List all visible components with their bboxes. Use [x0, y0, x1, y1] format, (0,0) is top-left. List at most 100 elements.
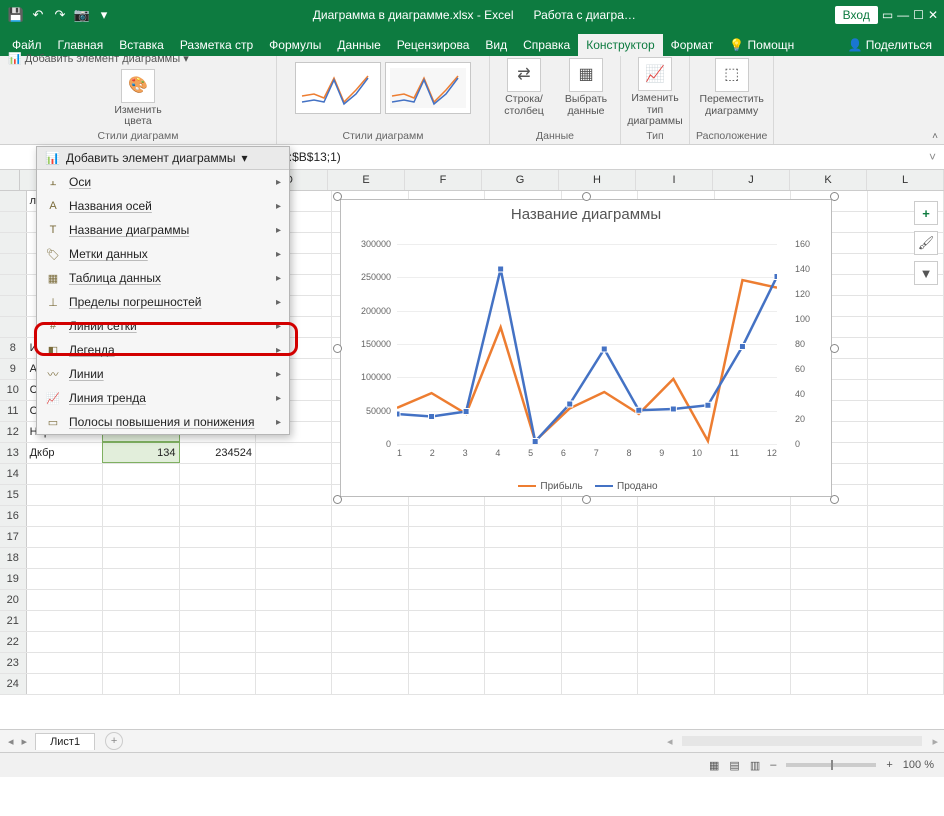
cell[interactable]	[103, 611, 179, 631]
zoom-out-icon[interactable]: –	[770, 759, 776, 771]
ribbon-options-icon[interactable]: ▭	[882, 8, 893, 22]
prev-sheet-icon[interactable]: ◂	[0, 735, 22, 748]
cell[interactable]	[638, 590, 714, 610]
cell[interactable]	[715, 653, 791, 673]
cell[interactable]	[791, 674, 867, 694]
cell[interactable]	[638, 674, 714, 694]
menu-item[interactable]: 🏷Метки данных▸	[37, 242, 289, 266]
cell[interactable]	[562, 506, 638, 526]
tab-Рецензирова[interactable]: Рецензирова	[389, 34, 478, 56]
cell[interactable]	[791, 548, 867, 568]
cell[interactable]	[27, 485, 103, 505]
cell[interactable]	[103, 653, 179, 673]
row-header[interactable]: 21	[0, 611, 27, 631]
hscroll-right-icon[interactable]: ▸	[926, 735, 944, 748]
share-button[interactable]: 👤 Поделиться	[839, 34, 940, 56]
cell[interactable]	[562, 590, 638, 610]
cell[interactable]	[332, 569, 408, 589]
cell[interactable]	[715, 527, 791, 547]
cell[interactable]	[715, 569, 791, 589]
cell[interactable]	[27, 527, 103, 547]
table-row[interactable]: 21	[0, 611, 944, 632]
cell[interactable]	[256, 590, 332, 610]
row-header[interactable]: 9	[0, 359, 27, 379]
cell[interactable]	[27, 548, 103, 568]
cell[interactable]	[332, 548, 408, 568]
cell[interactable]	[485, 674, 561, 694]
cell[interactable]	[868, 548, 944, 568]
menu-item[interactable]: #Линии сетки▸	[37, 314, 289, 338]
cell[interactable]	[638, 653, 714, 673]
zoom-level[interactable]: 100 %	[903, 759, 934, 771]
cell[interactable]	[638, 632, 714, 652]
cell[interactable]	[562, 632, 638, 652]
menu-item[interactable]: 📈Линия тренда▸	[37, 386, 289, 410]
embedded-chart[interactable]: Название диаграммы 050000100000150000200…	[340, 199, 832, 497]
cell[interactable]	[256, 443, 332, 463]
cell[interactable]	[180, 464, 256, 484]
zoom-in-icon[interactable]: +	[886, 759, 892, 771]
cell[interactable]	[868, 443, 944, 463]
cell[interactable]	[868, 317, 944, 337]
cell[interactable]	[409, 569, 485, 589]
menu-item[interactable]: ▭Полосы повышения и понижения▸	[37, 410, 289, 434]
cell[interactable]	[485, 506, 561, 526]
row-header[interactable]	[0, 317, 27, 337]
table-row[interactable]: 20	[0, 590, 944, 611]
move-chart-button[interactable]: ⬚Переместить диаграмму	[704, 58, 760, 117]
tab-Данные[interactable]: Данные	[329, 34, 388, 56]
cell[interactable]	[103, 527, 179, 547]
redo-icon[interactable]: ↷	[50, 5, 70, 25]
login-button[interactable]: Вход	[835, 6, 878, 24]
cell[interactable]	[332, 611, 408, 631]
cell[interactable]	[868, 506, 944, 526]
cell[interactable]	[256, 632, 332, 652]
col-header[interactable]: E	[328, 170, 405, 190]
cell[interactable]: 134	[102, 442, 179, 463]
cell[interactable]	[868, 569, 944, 589]
cell[interactable]	[180, 569, 256, 589]
cell[interactable]	[27, 506, 103, 526]
col-header[interactable]: F	[405, 170, 482, 190]
tab-Формат[interactable]: Формат	[663, 34, 722, 56]
cell[interactable]	[715, 506, 791, 526]
cell[interactable]	[103, 590, 179, 610]
cell[interactable]	[103, 674, 179, 694]
cell[interactable]	[562, 653, 638, 673]
cell[interactable]	[638, 569, 714, 589]
cell[interactable]	[332, 527, 408, 547]
cell[interactable]	[180, 590, 256, 610]
cell[interactable]	[715, 674, 791, 694]
row-header[interactable]: 12	[0, 422, 27, 442]
chart-elements-button[interactable]: +	[914, 201, 938, 225]
cell[interactable]	[868, 674, 944, 694]
cell[interactable]	[27, 464, 103, 484]
table-row[interactable]: 22	[0, 632, 944, 653]
table-row[interactable]: 17	[0, 527, 944, 548]
table-row[interactable]: 24	[0, 674, 944, 695]
cell[interactable]	[868, 296, 944, 316]
cell[interactable]	[485, 527, 561, 547]
plot-area[interactable]	[397, 244, 777, 444]
row-header[interactable]	[0, 191, 27, 211]
view-layout-icon[interactable]: ▤	[729, 759, 739, 772]
cell[interactable]	[868, 611, 944, 631]
chart-style-1[interactable]	[295, 62, 381, 114]
table-row[interactable]: 23	[0, 653, 944, 674]
cell[interactable]	[256, 506, 332, 526]
cell[interactable]	[27, 674, 103, 694]
cell[interactable]	[868, 485, 944, 505]
cell[interactable]	[332, 506, 408, 526]
cell[interactable]	[638, 548, 714, 568]
row-header[interactable]	[0, 212, 27, 232]
cell[interactable]	[485, 548, 561, 568]
collapse-ribbon-icon[interactable]: ˄	[932, 131, 938, 142]
row-header[interactable]: 10	[0, 380, 27, 400]
undo-icon[interactable]: ↶	[28, 5, 48, 25]
qat-dropdown-icon[interactable]: ▾	[94, 5, 114, 25]
cell[interactable]	[868, 653, 944, 673]
cell[interactable]	[27, 632, 103, 652]
cell[interactable]	[332, 632, 408, 652]
cell[interactable]	[103, 632, 179, 652]
row-header[interactable]: 13	[0, 443, 27, 463]
